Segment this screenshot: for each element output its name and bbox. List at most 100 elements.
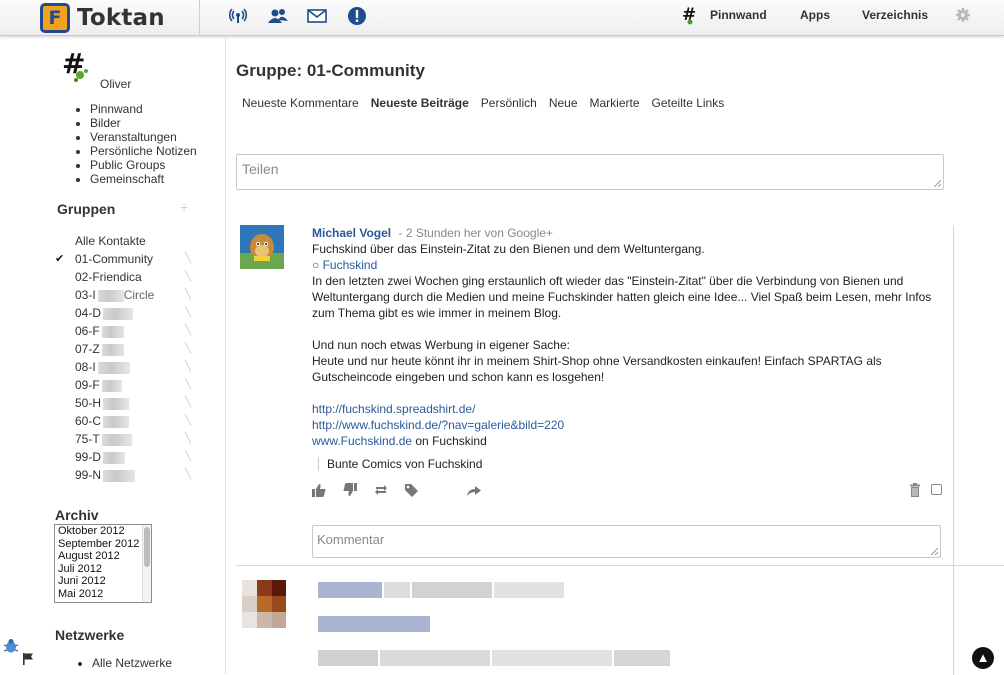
menu-item-bilder[interactable]: Bilder [75,116,197,130]
author-avatar[interactable] [240,225,284,269]
edit-group-icon[interactable]: ╲ [185,341,191,357]
post-quote: Bunte Comics von Fuchskind [318,457,922,471]
redacted-text [318,616,430,632]
group-item[interactable]: 07-Z ╲ [55,341,205,359]
share-icon[interactable] [466,483,482,497]
group-item[interactable]: 09-F ╲ [55,377,205,395]
group-item[interactable]: 75-T ╲ [55,431,205,449]
select-checkbox[interactable] [931,484,942,495]
group-item[interactable]: 06-F ╲ [55,323,205,341]
group-item[interactable]: ✔ 01-Community ╲ [55,251,205,269]
bug-icon[interactable] [3,638,19,654]
messages-icon[interactable] [306,5,328,27]
app-logo[interactable]: F Toktan [40,3,165,33]
group-item[interactable]: 08-I ╲ [55,359,205,377]
edit-group-icon[interactable]: ╲ [185,377,191,393]
comment-placeholder: Kommentar [317,532,385,547]
notifications-icon[interactable] [346,5,368,27]
delete-icon[interactable] [909,483,925,497]
tab-persoenlich[interactable]: Persönlich [481,96,537,110]
share-input[interactable]: Teilen [236,154,944,190]
comment-input[interactable]: Kommentar [312,525,941,558]
post-url-link[interactable]: http://www.fuchskind.de/?nav=galerie&bil… [312,418,564,432]
post-body: Michael Vogel - 2 Stunden her von Google… [312,225,932,471]
profile-name[interactable]: Oliver [100,77,131,91]
reshare-icon[interactable] [374,483,390,497]
menu-item-alle-netzwerke[interactable]: Alle Netzwerke [77,656,172,670]
settings-icon[interactable] [955,7,971,23]
author-name[interactable]: Michael Vogel [312,226,391,240]
group-item[interactable]: 03-I Circle ╲ [55,287,205,305]
post-text-line: Weltuntergang durch die Medien und meine… [312,290,932,304]
add-group-icon[interactable]: + [180,199,188,215]
archive-option[interactable]: August 2012 [55,550,151,563]
group-item[interactable]: Alle Kontakte [55,233,205,251]
scroll-thumb[interactable] [144,527,150,567]
contacts-icon[interactable] [267,5,289,27]
menu-item-notizen[interactable]: Persönliche Notizen [75,144,197,158]
archive-select[interactable]: Oktober 2012 September 2012 August 2012 … [54,524,152,603]
nav-pinnwand[interactable]: Pinnwand [710,8,767,22]
resize-handle-icon[interactable] [934,180,941,187]
menu-item-gemeinschaft[interactable]: Gemeinschaft [75,172,197,186]
link-suffix: on Fuchskind [412,434,487,448]
group-label: 99-D [75,450,102,464]
edit-group-icon[interactable]: ╲ [185,251,191,267]
post-link[interactable]: ○ Fuchskind [312,258,377,272]
dislike-icon[interactable] [343,483,359,497]
edit-group-icon[interactable]: ╲ [185,449,191,465]
edit-group-icon[interactable]: ╲ [185,359,191,375]
archive-option[interactable]: Juni 2012 [55,575,151,588]
like-icon[interactable] [312,483,328,497]
archive-option[interactable]: September 2012 [55,538,151,551]
hashtag-avatar-icon[interactable]: # [678,4,700,26]
post-link-title[interactable]: ○ Fuchskind [312,257,922,273]
tag-icon[interactable] [404,483,420,497]
post-headline: Fuchskind über das Einstein-Zitat zu den… [312,242,705,256]
tab-neueste-beitraege[interactable]: Neueste Beiträge [371,96,469,110]
edit-group-icon[interactable]: ╲ [185,413,191,429]
edit-group-icon[interactable]: ╲ [185,395,191,411]
archive-option[interactable]: Oktober 2012 [55,525,151,538]
archive-option[interactable]: Mai 2012 [55,588,151,601]
tab-neue[interactable]: Neue [549,96,578,110]
menu-item-public-groups[interactable]: Public Groups [75,158,197,172]
profile-avatar[interactable]: # [60,47,94,83]
redacted-text [614,650,670,666]
redacted-text [101,379,122,392]
tab-neueste-kommentare[interactable]: Neueste Kommentare [242,96,359,110]
tab-geteilte-links[interactable]: Geteilte Links [652,96,725,110]
group-item[interactable]: 02-Friendica ╲ [55,269,205,287]
nav-verzeichnis[interactable]: Verzeichnis [862,8,928,22]
edit-group-icon[interactable]: ╲ [185,269,191,285]
menu-item-pinnwand[interactable]: Pinnwand [75,102,197,116]
group-label-tail: Circle [123,288,155,302]
edit-group-icon[interactable]: ╲ [185,323,191,339]
profile-menu: Pinnwand Bilder Veranstaltungen Persönli… [75,102,197,186]
nav-apps[interactable]: Apps [800,8,830,22]
edit-group-icon[interactable]: ╲ [185,305,191,321]
post-url-link[interactable]: http://fuchskind.spreadshirt.de/ [312,402,475,416]
archive-scrollbar[interactable] [142,525,151,602]
group-item[interactable]: 99-N ╲ [55,467,205,485]
edit-group-icon[interactable]: ╲ [185,287,191,303]
group-item[interactable]: 04-D ╲ [55,305,205,323]
stream-tabs: Neueste Kommentare Neueste Beiträge Pers… [242,96,736,110]
network-icon[interactable] [227,5,249,27]
flag-icon[interactable] [21,652,35,666]
group-label: 09-F [75,378,100,392]
edit-group-icon[interactable]: ╲ [185,431,191,447]
scroll-to-top-button[interactable]: ▲ [972,647,994,669]
archive-option[interactable]: Juli 2012 [55,563,151,576]
menu-item-veranstaltungen[interactable]: Veranstaltungen [75,130,197,144]
post-item-redacted [236,565,1004,675]
post-url-link[interactable]: www.Fuchskind.de [312,434,412,448]
group-item[interactable]: 99-D ╲ [55,449,205,467]
tab-markierte[interactable]: Markierte [590,96,640,110]
group-item[interactable]: 50-H ╲ [55,395,205,413]
top-bar: F Toktan # Pinnwand Apps Verzeichnis [0,0,1004,36]
redacted-text [97,361,130,374]
edit-group-icon[interactable]: ╲ [185,467,191,483]
group-item[interactable]: 60-C ╲ [55,413,205,431]
resize-handle-icon[interactable] [931,548,938,555]
